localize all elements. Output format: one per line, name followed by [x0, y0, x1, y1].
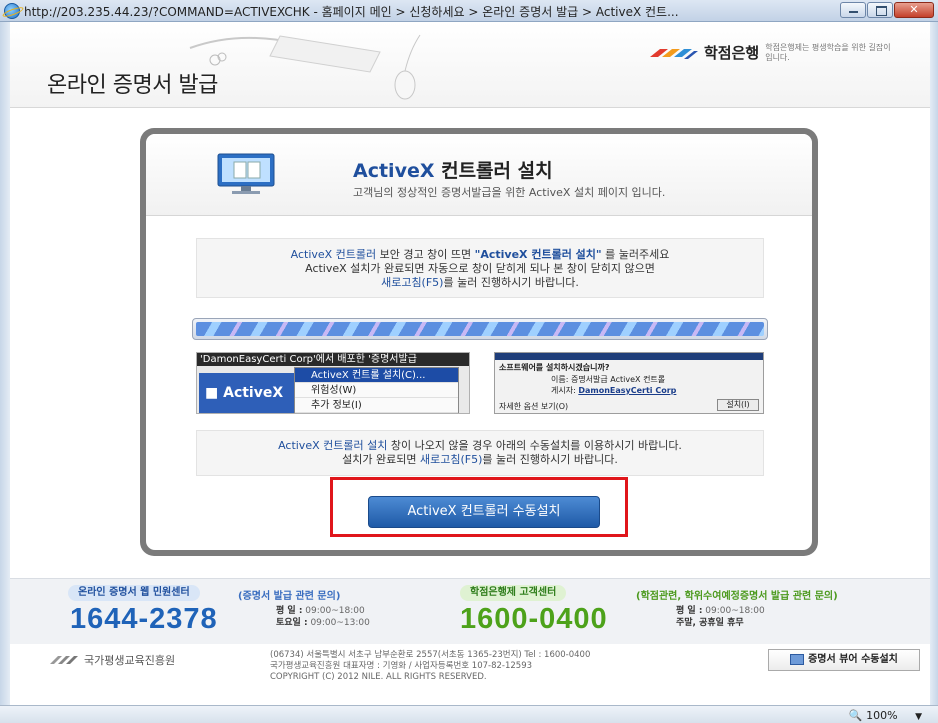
logo-mark-icon [650, 48, 698, 59]
notice-activex-install-label: ActiveX 컨트롤러 설치 [278, 439, 388, 452]
main-content: ActiveX 컨트롤러 설치 고객님의 정상적인 증명서발급을 위한 Acti… [10, 108, 930, 578]
dialog-publisher-line: 게시자: DamonEasyCerti Corp [551, 386, 677, 395]
chevron-down-icon[interactable]: ▼ [915, 712, 922, 722]
customer-center-note: (학점관련, 학위수여예정증명서 발급 관련 문의) [636, 591, 838, 602]
site-logo[interactable]: 학점은행 학점은행제는 평생학습을 위한 길잡이 입니다. [650, 42, 895, 63]
notice-refresh-label: 새로고침(F5) [381, 276, 444, 289]
web-center-pill: 온라인 증명서 웹 민원센터 [68, 585, 200, 601]
panel-title-prefix: ActiveX [353, 160, 435, 182]
viewer-icon [790, 653, 805, 665]
internet-explorer-icon [4, 3, 20, 19]
panel-subtitle: 고객님의 정상적인 증명서발급을 위한 ActiveX 설치 페이지 입니다. [353, 186, 666, 199]
customer-center-pill: 학점은행제 고객센터 [460, 585, 567, 601]
infobar-screenshot: 'DamonEasyCerti Corp'에서 배포한 '증명서발급 ■ Act… [196, 352, 470, 414]
footer-org-name: 국가평생교육진흥원 [84, 654, 176, 667]
footer-address: (06734) 서울특별시 서초구 남부순환로 2557(서초동 1365-23… [270, 650, 591, 660]
dialog-name-line: 이름: 증명서발급 ActiveX 컨트롤 [551, 375, 666, 384]
browser-statusbar: 🔍 100% ▼ [0, 705, 938, 723]
footer-ceo: 국가평생교육진흥원 대표자명 : 기영화 / 사업자등록번호 107-82-12… [270, 661, 533, 671]
page-header: 온라인 증명서 발급 학점은행 학점은행제는 평생학습을 위한 길잡이 입니다. [10, 22, 930, 108]
panel-title: ActiveX 컨트롤러 설치 [353, 156, 553, 183]
notice-text: 를 눌러주세요 [601, 248, 670, 261]
activex-install-panel: ActiveX 컨트롤러 설치 고객님의 정상적인 증명서발급을 위한 Acti… [140, 128, 818, 556]
window-frame-right [930, 22, 938, 705]
help-center-bar: 온라인 증명서 웹 민원센터 (증명서 발급 관련 문의) 1644-2378 … [10, 578, 930, 644]
dialog-install-button: 설치(I) [717, 399, 759, 411]
monitor-icon [217, 153, 275, 194]
manual-install-button[interactable]: ActiveX 컨트롤러 수동설치 [368, 496, 600, 528]
page-title: 온라인 증명서 발급 [47, 73, 218, 98]
activex-label: ■ ActiveX [199, 373, 294, 413]
menu-item-more-info: 추가 정보(I) [295, 398, 458, 413]
close-button[interactable]: ✕ [894, 2, 934, 18]
footer-logo: 국가평생교육진흥원 [50, 652, 175, 668]
install-notice: ActiveX 컨트롤러 보안 경고 창이 뜨면 "ActiveX 컨트롤러 설… [196, 238, 764, 298]
page-footer: 국가평생교육진흥원 (06734) 서울특별시 서초구 남부순환로 2557(서… [10, 644, 930, 706]
zoom-level: 100% [866, 709, 898, 722]
web-center-hours: 평 일 : 09:00~18:00 토요일 : 09:00~13:00 [276, 606, 370, 628]
install-progress-bar [192, 318, 768, 340]
notice-activex-label: ActiveX 컨트롤러 [290, 248, 377, 261]
maximize-button[interactable] [867, 2, 893, 18]
menu-item-risk: 위험성(W) [295, 383, 458, 398]
logo-name: 학점은행 [704, 44, 760, 62]
panel-header: ActiveX 컨트롤러 설치 고객님의 정상적인 증명서발급을 위한 Acti… [146, 134, 812, 216]
zoom-control[interactable]: 🔍 100% ▼ [849, 709, 922, 722]
footer-copyright: COPYRIGHT (C) 2012 NILE. ALL RIGHTS RESE… [270, 672, 487, 682]
notice-refresh-label: 새로고침(F5) [420, 453, 483, 466]
customer-center-hours: 평 일 : 09:00~18:00 주말, 공휴일 휴무 [676, 606, 765, 628]
web-center-note: (증명서 발급 관련 문의) [238, 591, 341, 602]
zoom-icon: 🔍 [848, 709, 863, 722]
notice-text: 보안 경고 창이 뜨면 [376, 248, 475, 261]
security-dialog-screenshot: 소프트웨어를 설치하시겠습니까? 이름: 증명서발급 ActiveX 컨트롤 게… [494, 352, 764, 414]
dialog-question: 소프트웨어를 설치하시겠습니까? [499, 363, 610, 372]
notice-text: 창이 나오지 않을 경우 아래의 수동설치를 이용하시기 바랍니다. [387, 439, 682, 452]
web-center-phone: 1644-2378 [70, 603, 218, 635]
window-frame-left [0, 22, 10, 705]
viewer-install-button[interactable]: 증명서 뷰어 수동설치 [768, 649, 920, 671]
notice-text: 를 눌러 진행하시기 바랍니다. [482, 453, 618, 466]
window-title: http://203.235.44.23/?COMMAND=ACTIVEXCHK… [24, 5, 679, 19]
notice-text: 를 눌러 진행하시기 바랍니다. [443, 276, 579, 289]
manual-install-notice: ActiveX 컨트롤러 설치 창이 나오지 않을 경우 아래의 수동설치를 이… [196, 430, 764, 476]
customer-center-phone: 1600-0400 [460, 603, 608, 635]
window-titlebar: http://203.235.44.23/?COMMAND=ACTIVEXCHK… [0, 0, 938, 22]
progress-fill [196, 322, 764, 336]
infobar-context-menu: ActiveX 컨트롤 설치(C)... 위험성(W) 추가 정보(I) [294, 367, 459, 413]
window-controls: ✕ [840, 2, 934, 18]
logo-tagline: 학점은행제는 평생학습을 위한 길잡이 입니다. [765, 42, 891, 62]
notice-text: ActiveX 설치가 완료되면 자동으로 창이 닫히게 되나 본 창이 닫히지… [305, 262, 655, 275]
footer-logo-icon [50, 656, 78, 664]
infobar-text: 'DamonEasyCerti Corp'에서 배포한 '증명서발급 [197, 353, 469, 366]
notice-text: 설치가 완료되면 [342, 453, 420, 466]
dialog-options: 자세한 옵션 보기(O) [499, 402, 569, 411]
notice-install-label: "ActiveX 컨트롤러 설치" [474, 248, 602, 261]
minimize-button[interactable] [840, 2, 866, 18]
viewer-install-label: 증명서 뷰어 수동설치 [808, 654, 898, 665]
menu-item-install: ActiveX 컨트롤 설치(C)... [295, 368, 458, 383]
panel-title-suffix: 컨트롤러 설치 [434, 160, 553, 182]
footer-info: (06734) 서울특별시 서초구 남부순환로 2557(서초동 1365-23… [270, 650, 590, 683]
